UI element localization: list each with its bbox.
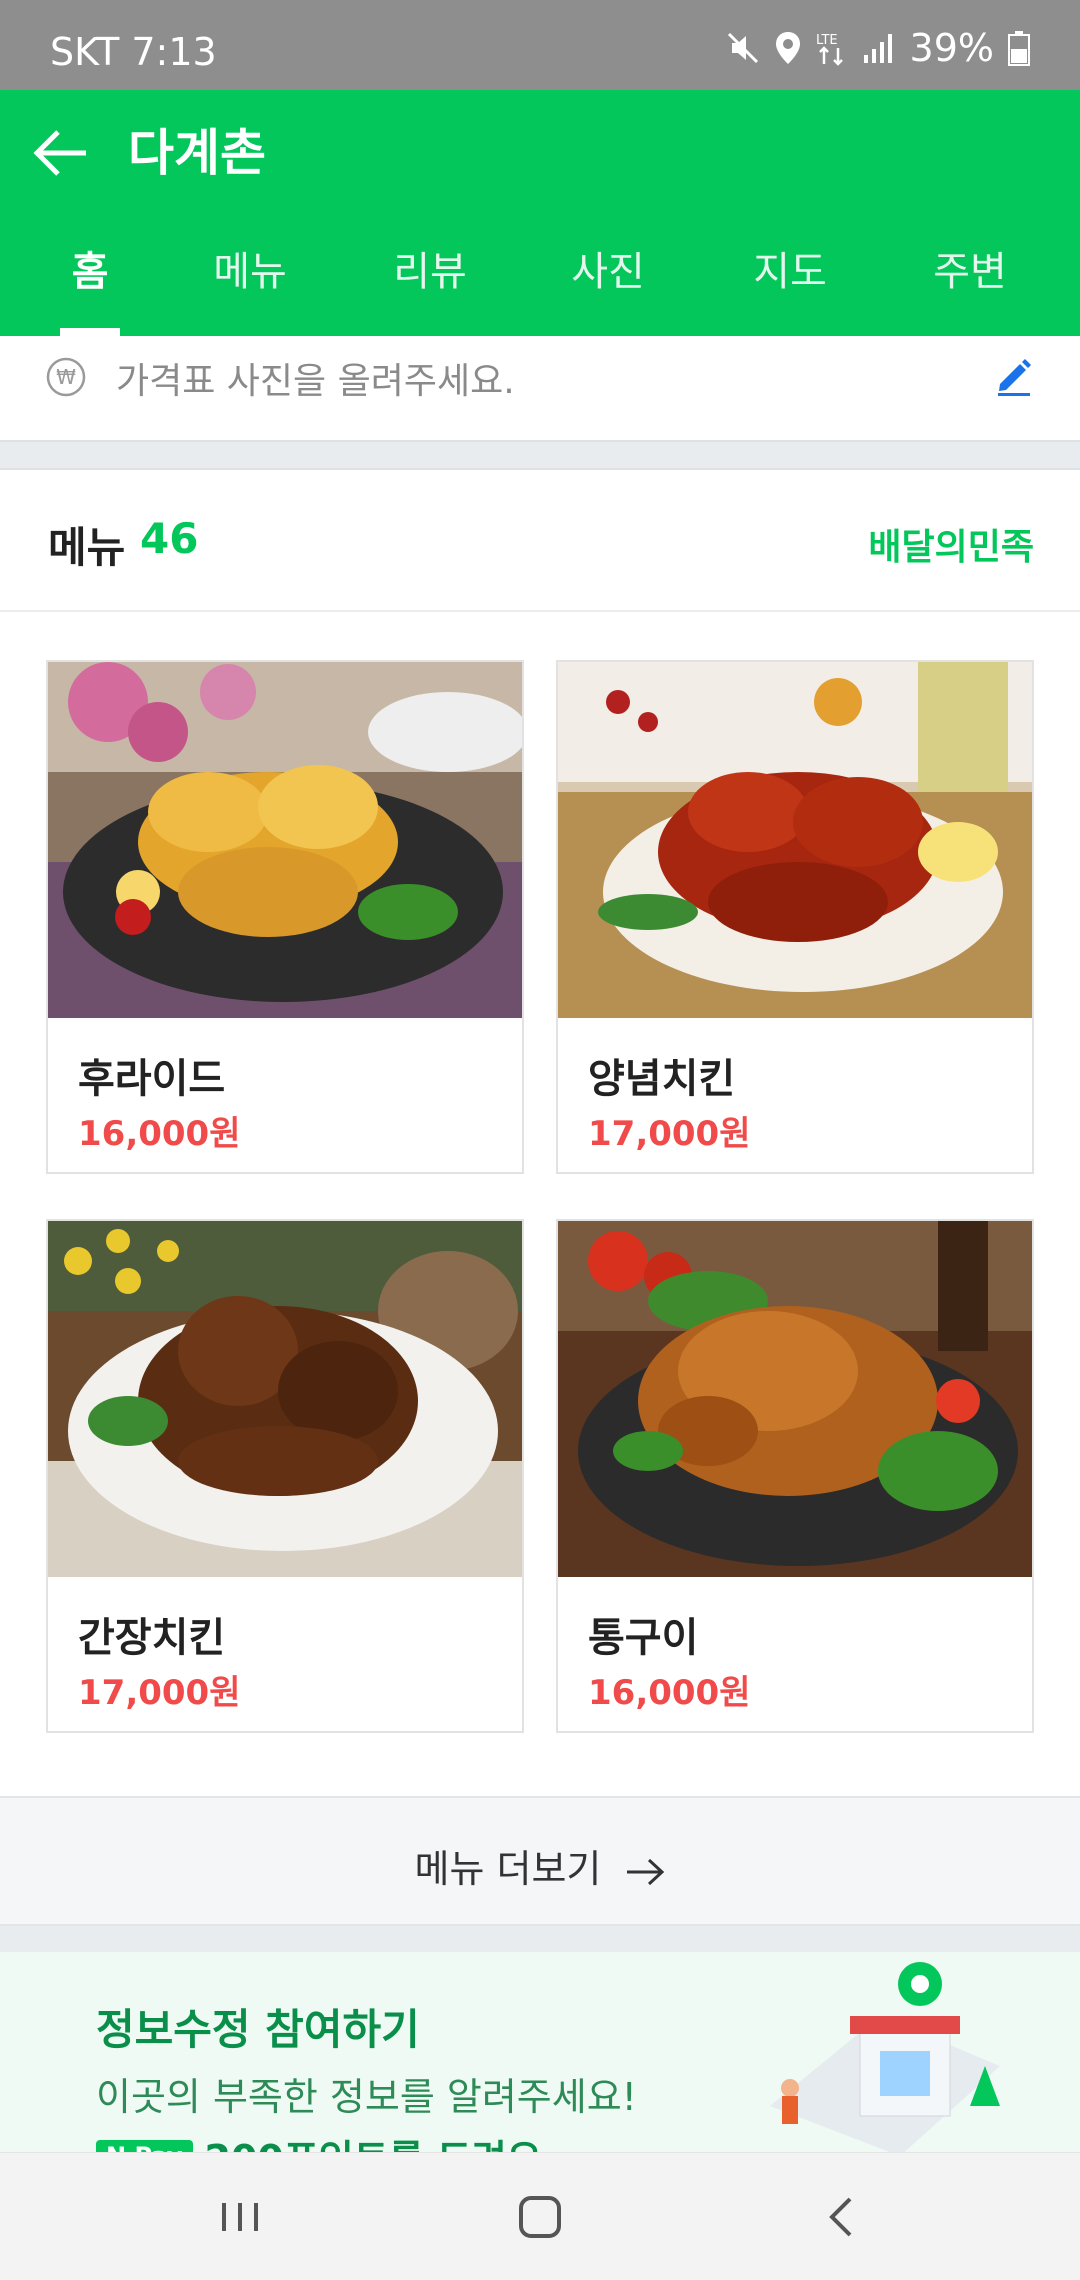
tab-menu[interactable]: 메뉴 <box>200 216 300 336</box>
more-menu-label: 메뉴 더보기 <box>414 1847 602 1891</box>
tab-review[interactable]: 리뷰 <box>380 216 480 336</box>
signal-icon <box>863 34 892 63</box>
home-icon[interactable] <box>510 2187 570 2247</box>
arrow-left-icon[interactable] <box>28 120 94 186</box>
system-nav-bar <box>0 2152 1080 2280</box>
battery-icon <box>1008 31 1030 66</box>
lte-icon: LTE <box>816 33 843 66</box>
svg-text:₩: ₩ <box>56 365 76 389</box>
tab-map[interactable]: 지도 <box>740 216 840 336</box>
app-bar: 다계촌 <box>0 90 1080 216</box>
roast-chicken-photo <box>558 1221 1032 1577</box>
status-time: SKT 7:13 <box>50 30 217 74</box>
menu-item-name: 간장치킨 <box>78 1615 226 1661</box>
menu-header: 메뉴 46 배달의민족 <box>0 470 1080 612</box>
won-icon: ₩ <box>46 357 86 397</box>
page-title: 다계촌 <box>128 124 266 182</box>
more-menu-label-wrap: 메뉴 더보기 <box>0 1838 1080 1893</box>
menu-item-price: 16,000원 <box>78 1114 241 1154</box>
menu-card-soy[interactable]: 간장치킨 17,000원 <box>46 1219 524 1733</box>
banner-title: 정보수정 참여하기 <box>96 2005 420 2054</box>
menu-item-name: 통구이 <box>588 1615 699 1661</box>
mute-icon <box>727 32 758 64</box>
menu-card-seasoned[interactable]: 양념치킨 17,000원 <box>556 660 1034 1174</box>
status-bar: SKT 7:13 LTE 39% <box>0 0 1080 90</box>
tab-photo[interactable]: 사진 <box>558 216 658 336</box>
svg-text:LTE: LTE <box>816 33 838 48</box>
npay-reward: N Pay 200포인트를 드려요 <box>96 2128 542 2152</box>
npay-badge: N Pay <box>96 2139 193 2152</box>
back-icon[interactable] <box>812 2187 872 2247</box>
menu-count: 46 <box>140 514 199 563</box>
arrow-right-icon <box>627 1858 665 1885</box>
menu-item-name: 양념치킨 <box>588 1056 736 1102</box>
npay-reward-text: 200포인트를 드려요 <box>205 2128 542 2152</box>
banner-subtitle: 이곳의 부족한 정보를 알려주세요! <box>96 2075 637 2119</box>
menu-card-roast[interactable]: 통구이 16,000원 <box>556 1219 1034 1733</box>
menu-item-price: 17,000원 <box>588 1114 751 1154</box>
price-photo-row[interactable]: ₩ 가격표 사진을 올려주세요. <box>0 336 1080 440</box>
menu-label: 메뉴 <box>48 523 126 572</box>
fried-chicken-photo <box>48 662 522 1018</box>
location-icon <box>775 32 800 64</box>
menu-card-fried[interactable]: 후라이드 16,000원 <box>46 660 524 1174</box>
section-divider <box>0 1926 1080 1952</box>
more-menu-button[interactable]: 메뉴 더보기 <box>0 1796 1080 1926</box>
store-illustration <box>770 1962 1000 2152</box>
seasoned-chicken-photo <box>558 662 1032 1018</box>
soy-chicken-photo <box>48 1221 522 1577</box>
menu-item-name: 후라이드 <box>78 1056 226 1102</box>
edit-info-banner[interactable]: 정보수정 참여하기 이곳의 부족한 정보를 알려주세요! N Pay 200포인… <box>0 1952 1080 2152</box>
tab-nearby[interactable]: 주변 <box>920 216 1020 336</box>
section-divider <box>0 440 1080 470</box>
delivery-app-link[interactable]: 배달의민족 <box>868 518 1034 570</box>
menu-item-price: 16,000원 <box>588 1673 751 1713</box>
recent-apps-icon[interactable] <box>210 2187 270 2247</box>
battery-percent: 39% <box>909 26 994 70</box>
status-icons: LTE 39% <box>726 26 1030 70</box>
tab-bar: 홈 메뉴 리뷰 사진 지도 주변 <box>0 216 1080 336</box>
pencil-icon[interactable] <box>992 354 1036 398</box>
tab-home[interactable]: 홈 <box>60 216 120 336</box>
price-photo-prompt: 가격표 사진을 올려주세요. <box>116 361 515 402</box>
menu-item-price: 17,000원 <box>78 1673 241 1713</box>
